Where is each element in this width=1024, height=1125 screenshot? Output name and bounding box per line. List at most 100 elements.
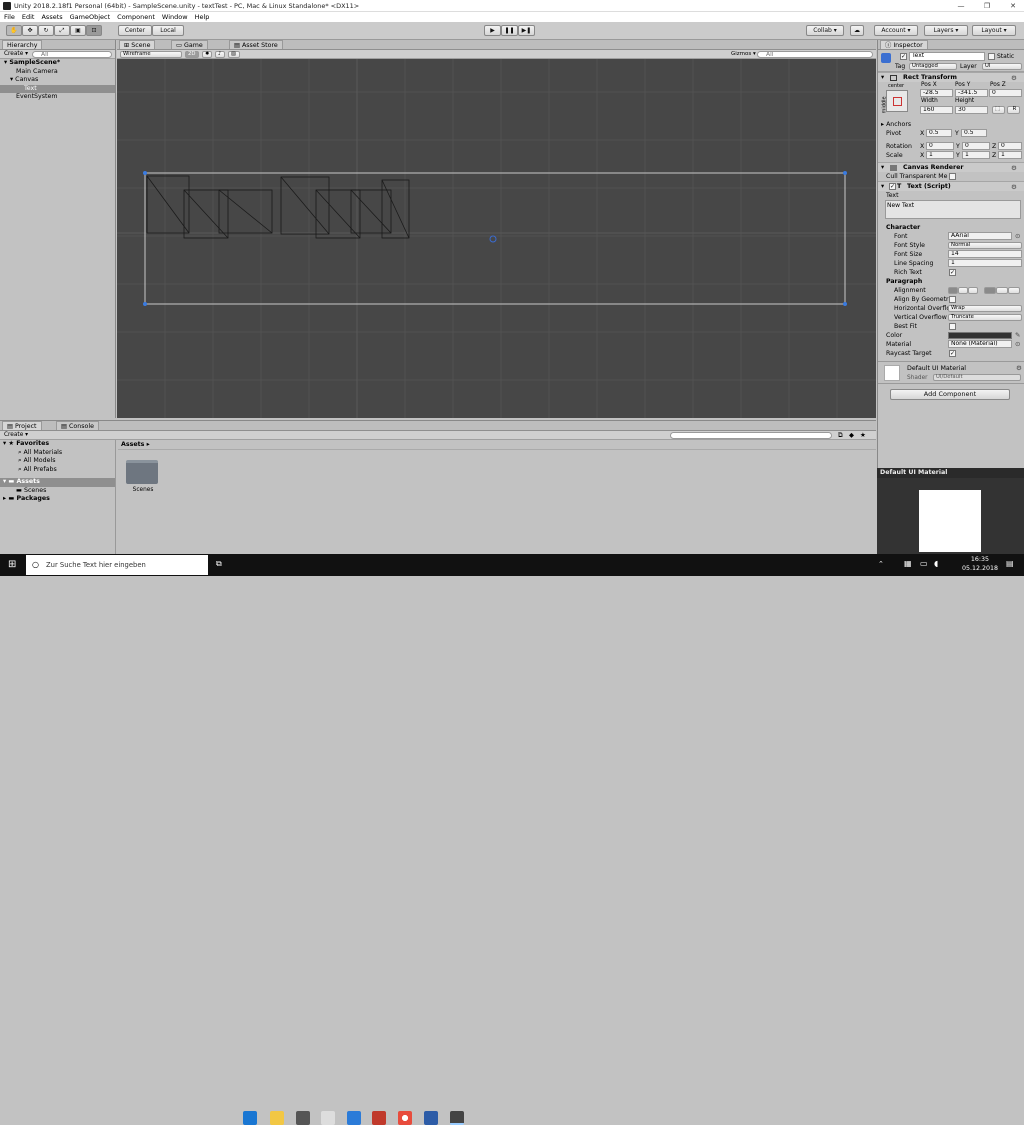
scenes-folder-asset[interactable]: Scenes bbox=[126, 460, 160, 493]
text-content-field[interactable]: New Text bbox=[885, 200, 1021, 219]
tab-scene[interactable]: ⊞ Scene bbox=[119, 40, 156, 49]
layer-dropdown[interactable]: UI bbox=[982, 63, 1022, 70]
rect-tool-icon[interactable]: ▣ bbox=[70, 25, 86, 36]
hierarchy-item-canvas[interactable]: ▾ Canvas bbox=[0, 76, 115, 85]
tab-project[interactable]: ▤ Project bbox=[2, 421, 42, 430]
network-icon[interactable]: ▭ bbox=[920, 559, 928, 568]
best-fit-checkbox[interactable] bbox=[949, 323, 956, 330]
favorite-all-models[interactable]: ⌕ All Models bbox=[0, 457, 115, 466]
font-field[interactable]: AArial bbox=[948, 232, 1012, 240]
project-breadcrumb[interactable]: Assets ▸ bbox=[118, 440, 876, 450]
scale-y-field[interactable]: 1 bbox=[962, 151, 990, 159]
horizontal-overflow-dropdown[interactable]: Wrap bbox=[948, 305, 1022, 312]
text-script-gear-icon[interactable]: ⚙ bbox=[1011, 182, 1017, 192]
move-tool-icon[interactable]: ✥ bbox=[22, 25, 38, 36]
filter-label-icon[interactable]: ◆ bbox=[849, 431, 854, 439]
pause-button-icon[interactable]: ❚❚ bbox=[501, 25, 518, 36]
collab-button[interactable]: Collab ▾ bbox=[806, 25, 844, 36]
taskbar-time[interactable]: 16:35 bbox=[960, 556, 1000, 563]
filezilla-icon[interactable] bbox=[372, 1111, 386, 1125]
align-bottom-icon[interactable] bbox=[1008, 287, 1020, 294]
align-top-icon[interactable] bbox=[984, 287, 996, 294]
vertical-overflow-dropdown[interactable]: Truncate bbox=[948, 314, 1022, 321]
tag-dropdown[interactable]: Untagged bbox=[909, 63, 957, 70]
menu-assets[interactable]: Assets bbox=[41, 13, 62, 21]
add-component-button[interactable]: Add Component bbox=[890, 389, 1010, 400]
object-name-field[interactable]: Text bbox=[909, 52, 985, 61]
task-view-icon[interactable]: ⧉ bbox=[216, 559, 222, 569]
assets-folder[interactable]: ▾ ▬ Assets bbox=[0, 478, 115, 487]
hierarchy-item-eventsystem[interactable]: EventSystem bbox=[0, 93, 115, 102]
scenes-folder[interactable]: ▬ Scenes bbox=[0, 487, 115, 496]
windows-start-icon[interactable]: ⊞ bbox=[8, 560, 18, 570]
transform-tool-icon[interactable]: ⊡ bbox=[86, 25, 102, 36]
2d-toggle[interactable]: 2D bbox=[185, 51, 199, 58]
pivot-y-field[interactable]: 0.5 bbox=[961, 129, 987, 137]
powershell-icon[interactable] bbox=[424, 1111, 438, 1125]
pivot-toggle-button[interactable]: Center bbox=[118, 25, 152, 36]
menu-edit[interactable]: Edit bbox=[22, 13, 35, 21]
raycast-target-checkbox[interactable]: ✓ bbox=[949, 350, 956, 357]
layout-dropdown[interactable]: Layout ▾ bbox=[972, 25, 1016, 36]
active-checkbox[interactable]: ✓ bbox=[900, 53, 907, 60]
shading-mode-dropdown[interactable]: Wireframe bbox=[120, 51, 182, 58]
file-explorer-icon[interactable] bbox=[270, 1111, 284, 1125]
scene-search-input[interactable]: All bbox=[757, 51, 873, 58]
material-gear-icon[interactable]: ⚙ bbox=[1016, 364, 1022, 372]
align-left-icon[interactable] bbox=[948, 287, 958, 294]
project-create-button[interactable]: Create ▾ bbox=[4, 432, 28, 438]
align-right-icon[interactable] bbox=[968, 287, 978, 294]
tab-hierarchy[interactable]: Hierarchy bbox=[2, 40, 43, 49]
scale-z-field[interactable]: 1 bbox=[998, 151, 1022, 159]
minimize-button[interactable]: — bbox=[952, 1, 970, 11]
tab-inspector[interactable]: ⓘ Inspector bbox=[880, 40, 928, 49]
cloud-icon[interactable]: ☁ bbox=[850, 25, 864, 36]
align-center-icon[interactable] bbox=[958, 287, 968, 294]
material-picker-icon[interactable]: ⊙ bbox=[1015, 340, 1020, 349]
layers-dropdown[interactable]: Layers ▾ bbox=[924, 25, 968, 36]
unity-taskbar-icon[interactable] bbox=[450, 1111, 464, 1125]
blueprint-mode-icon[interactable]: ⬚ bbox=[992, 106, 1005, 114]
favorite-star-icon[interactable]: ★ bbox=[860, 431, 866, 439]
tray-chevron-icon[interactable]: ⌃ bbox=[878, 560, 884, 568]
play-button-icon[interactable]: ▶ bbox=[484, 25, 501, 36]
font-picker-icon[interactable]: ⊙ bbox=[1015, 232, 1020, 241]
menu-component[interactable]: Component bbox=[117, 13, 155, 21]
hierarchy-scene-item[interactable]: ▾ SampleScene* bbox=[0, 59, 115, 68]
rect-transform-header[interactable]: ▾ Rect Transform ⚙ bbox=[878, 72, 1024, 82]
space-toggle-button[interactable]: Local bbox=[152, 25, 184, 36]
rotate-tool-icon[interactable]: ↻ bbox=[38, 25, 54, 36]
effects-toggle-icon[interactable]: ▨ bbox=[228, 51, 240, 58]
align-middle-icon[interactable] bbox=[996, 287, 1008, 294]
text-script-header[interactable]: ▾ ✓ T Text (Script) ⚙ bbox=[878, 181, 1024, 191]
favorite-all-materials[interactable]: ⌕ All Materials bbox=[0, 449, 115, 458]
project-search-input[interactable] bbox=[670, 432, 832, 439]
anchors-foldout[interactable]: ▸ Anchors bbox=[878, 120, 1024, 129]
tab-console[interactable]: ▤ Console bbox=[56, 421, 99, 430]
eyedropper-icon[interactable]: ✎ bbox=[1015, 331, 1020, 340]
tab-asset-store[interactable]: ▤ Asset Store bbox=[229, 40, 283, 49]
scene-viewport[interactable] bbox=[117, 59, 876, 418]
pos-x-field[interactable]: -28.5 bbox=[920, 89, 953, 97]
hierarchy-item-text[interactable]: Text bbox=[0, 84, 115, 93]
rot-x-field[interactable]: 0 bbox=[926, 142, 954, 150]
menu-help[interactable]: Help bbox=[195, 13, 210, 21]
packages-folder[interactable]: ▸ ▬ Packages bbox=[0, 495, 115, 504]
scale-tool-icon[interactable]: ⤢ bbox=[54, 25, 70, 36]
raw-edit-button[interactable]: R bbox=[1007, 106, 1020, 114]
edge-icon[interactable] bbox=[243, 1111, 257, 1125]
maximize-button[interactable]: ❐ bbox=[978, 1, 996, 11]
color-swatch[interactable] bbox=[948, 332, 1012, 339]
material-field[interactable]: None (Material) bbox=[948, 340, 1012, 348]
favorite-all-prefabs[interactable]: ⌕ All Prefabs bbox=[0, 466, 115, 475]
rot-y-field[interactable]: 0 bbox=[962, 142, 990, 150]
step-button-icon[interactable]: ▶❚ bbox=[518, 25, 535, 36]
height-field[interactable]: 30 bbox=[955, 106, 988, 114]
mail-icon[interactable] bbox=[321, 1111, 335, 1125]
shader-dropdown[interactable]: UI/Default bbox=[933, 374, 1021, 381]
volume-icon[interactable]: ◖ bbox=[934, 559, 938, 568]
rot-z-field[interactable]: 0 bbox=[998, 142, 1022, 150]
width-field[interactable]: 160 bbox=[920, 106, 953, 114]
hierarchy-search-input[interactable]: All bbox=[32, 51, 112, 58]
tray-app-icon[interactable]: ▦ bbox=[904, 559, 912, 568]
